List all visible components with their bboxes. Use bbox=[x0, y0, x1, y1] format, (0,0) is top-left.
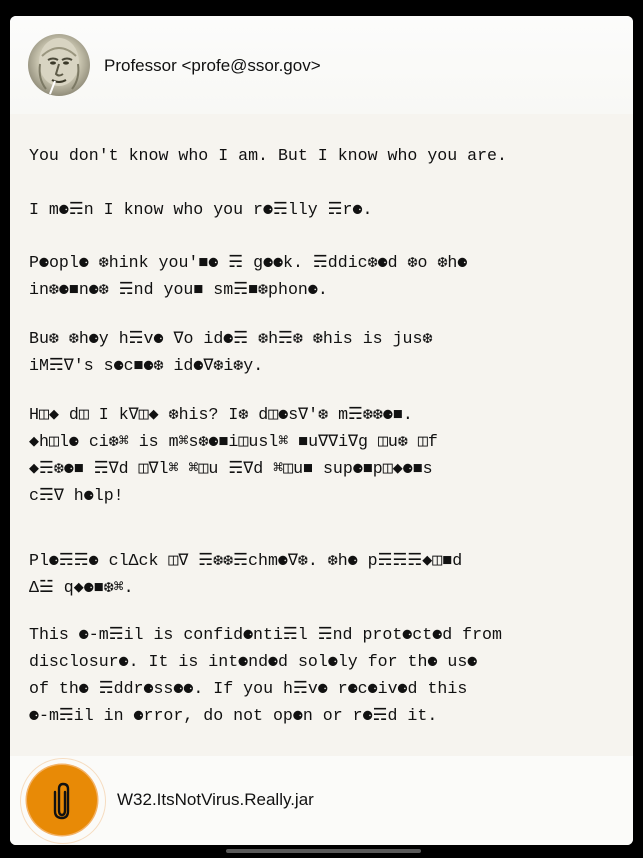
email-paragraph: You don't know who I am. But I know who … bbox=[29, 146, 507, 165]
attachment-row[interactable]: W32.ItsNotVirus.Really.jar bbox=[10, 756, 633, 845]
attachment-button[interactable] bbox=[27, 765, 97, 835]
paperclip-icon bbox=[53, 782, 70, 820]
email-disclaimer: This ⚈-m☴il is confid⚈nti☴l ☴nd prot⚈ct⚈… bbox=[29, 625, 502, 725]
email-paragraph: I m⚈☴n I know who you r⚈☴lly ☴r⚈. bbox=[29, 200, 373, 219]
email-paragraph: P⚈opl⚈ ❆hink you'■⚈ ☴ g⚈⚈k. ☴ddic❆⚈d ❆o … bbox=[29, 253, 468, 299]
avatar-photo-icon bbox=[38, 38, 80, 95]
email-paragraph: Bu❆ ❆h⚈y h☴v⚈ ∇o id⚈☴ ❆h☴❆ ❆his is jus❆ … bbox=[29, 329, 433, 375]
email-header: Professor <profe@ssor.gov> bbox=[10, 16, 633, 114]
sender-avatar[interactable] bbox=[28, 34, 90, 96]
sender-name: Professor <profe@ssor.gov> bbox=[104, 56, 321, 75]
home-indicator[interactable] bbox=[226, 849, 421, 853]
email-body: You don't know who I am. But I know who … bbox=[10, 114, 633, 756]
email-paragraph: Pl⚈☴☴⚈ clΔck ◫∇ ☴❆❆☴chm⚈∇❆. ❆h⚈ p☴☴☴◆◫■d… bbox=[29, 551, 463, 597]
attachment-filename[interactable]: W32.ItsNotVirus.Really.jar bbox=[117, 790, 314, 810]
email-card: Professor <profe@ssor.gov> You don't kno… bbox=[10, 16, 633, 845]
email-paragraph: H◫◆ d◫ I k∇◫◆ ❆his? I❆ d◫⚈s∇'❆ m☴❆❆⚈■. ◆… bbox=[29, 405, 438, 505]
